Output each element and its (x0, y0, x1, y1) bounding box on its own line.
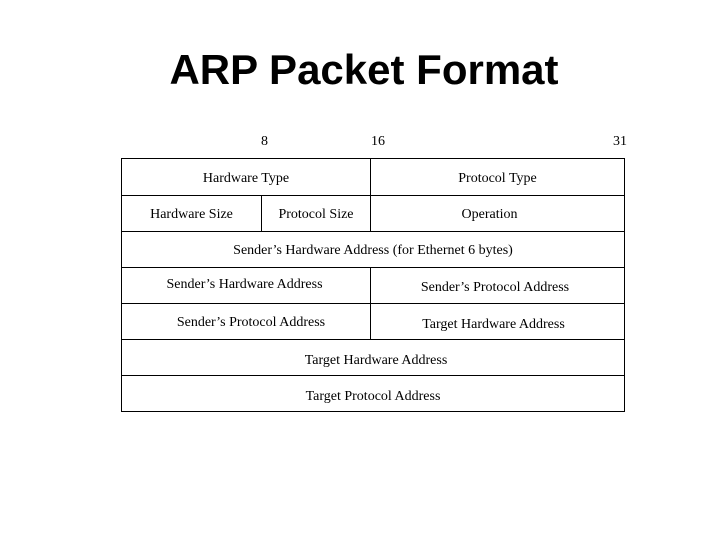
row-divider (122, 339, 624, 340)
field-sender-protocol-address: Sender’s Protocol Address (176, 315, 326, 330)
field-hardware-type: Hardware Type (202, 171, 290, 186)
packet-diagram: Hardware Type Protocol Type Hardware Siz… (121, 158, 625, 412)
field-protocol-size: Protocol Size (278, 207, 354, 222)
field-hardware-size: Hardware Size (150, 207, 233, 222)
field-sender-hardware-address-full: Sender’s Hardware Address (for Ethernet … (233, 243, 513, 258)
row-divider (122, 303, 624, 304)
field-target-protocol-address: Target Protocol Address (305, 389, 441, 404)
field-protocol-type: Protocol Type (458, 171, 537, 186)
row-divider (122, 231, 624, 232)
bit-marker-8: 8 (261, 134, 268, 149)
bit-marker-31: 31 (613, 134, 627, 149)
field-operation: Operation (461, 207, 518, 222)
row-divider (122, 375, 624, 376)
field-sender-protocol-address: Sender’s Protocol Address (420, 280, 570, 295)
row-divider (122, 195, 624, 196)
bit-marker-16: 16 (371, 134, 385, 149)
field-sender-hardware-address: Sender’s Hardware Address (166, 277, 323, 292)
field-target-hardware-address: Target Hardware Address (422, 317, 565, 332)
page-title: ARP Packet Format (169, 46, 559, 93)
row-divider (122, 267, 624, 268)
field-target-hardware-address-full: Target Hardware Address (304, 353, 448, 368)
